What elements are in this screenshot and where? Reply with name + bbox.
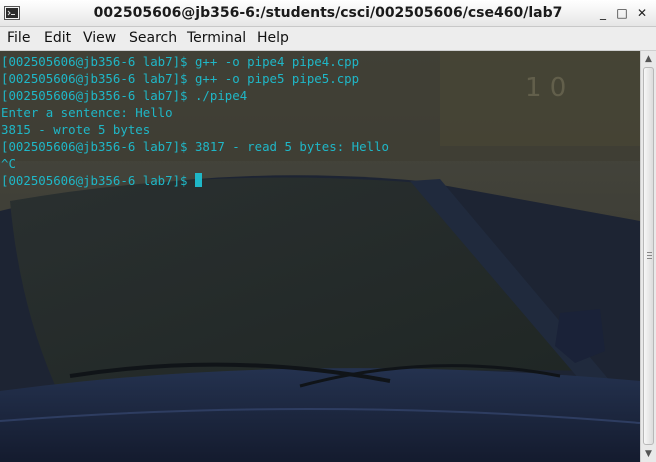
scroll-up-arrow-icon[interactable]: ▲ <box>641 52 656 66</box>
grip-line <box>647 255 652 256</box>
title-bar: 002505606@jb356-6:/students/csci/0025056… <box>0 0 656 27</box>
shell-prompt: [002505606@jb356-6 lab7]$ <box>1 173 195 188</box>
prompt-line[interactable]: [002505606@jb356-6 lab7]$ <box>1 172 389 189</box>
menu-view[interactable]: View <box>83 30 116 46</box>
menu-bar: File Edit View Search Terminal Help <box>0 27 656 51</box>
terminal-line: ^C <box>1 156 16 171</box>
close-button[interactable]: ✕ <box>635 6 649 20</box>
text-cursor <box>194 173 202 187</box>
minimize-button[interactable]: _ <box>596 6 610 20</box>
window-title: 002505606@jb356-6:/students/csci/0025056… <box>93 5 563 21</box>
menu-search[interactable]: Search <box>129 30 177 46</box>
menu-help[interactable]: Help <box>257 30 289 46</box>
grip-line <box>647 258 652 259</box>
maximize-button[interactable]: □ <box>615 6 629 20</box>
menu-edit[interactable]: Edit <box>44 30 71 46</box>
terminal-output: [002505606@jb356-6 lab7]$ g++ -o pipe4 p… <box>1 53 389 189</box>
svg-text:1 0: 1 0 <box>525 73 566 103</box>
terminal-line: Enter a sentence: Hello <box>1 105 173 120</box>
grip-line <box>647 252 652 253</box>
terminal-line: 3815 - wrote 5 bytes <box>1 122 151 137</box>
vertical-scrollbar[interactable]: ▲ ▼ <box>640 51 656 462</box>
terminal-view[interactable]: 1 0 [002505606@jb356-6 lab7]$ g++ -o pip… <box>0 51 640 462</box>
menu-terminal[interactable]: Terminal <box>187 30 246 46</box>
terminal-line: [002505606@jb356-6 lab7]$ ./pipe4 <box>1 88 248 103</box>
terminal-line: [002505606@jb356-6 lab7]$ g++ -o pipe5 p… <box>1 71 360 86</box>
terminal-line: [002505606@jb356-6 lab7]$ g++ -o pipe4 p… <box>1 54 360 69</box>
terminal-line: [002505606@jb356-6 lab7]$ 3817 - read 5 … <box>1 139 389 154</box>
scroll-down-arrow-icon[interactable]: ▼ <box>641 447 656 461</box>
menu-file[interactable]: File <box>7 30 30 46</box>
scroll-thumb[interactable] <box>643 67 654 445</box>
